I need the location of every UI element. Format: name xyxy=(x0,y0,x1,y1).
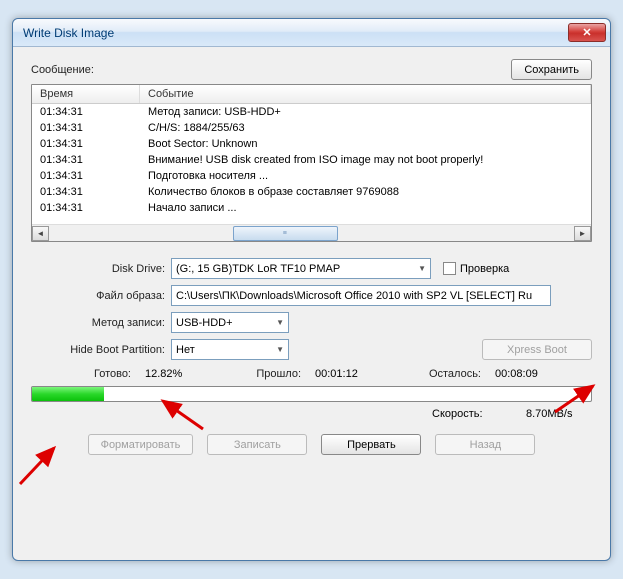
col-time-header[interactable]: Время xyxy=(32,85,140,103)
log-listview[interactable]: Время Событие 01:34:31Метод записи: USB-… xyxy=(31,84,592,242)
window-title: Write Disk Image xyxy=(23,26,568,40)
remaining-value: 00:08:09 xyxy=(481,368,551,380)
log-row[interactable]: 01:34:31C/H/S: 1884/255/63 xyxy=(32,120,591,136)
scroll-thumb[interactable]: ≡ xyxy=(233,226,338,241)
col-event-header[interactable]: Событие xyxy=(140,85,591,103)
progress-fill xyxy=(32,387,104,401)
chevron-down-icon: ▼ xyxy=(418,264,426,273)
log-row[interactable]: 01:34:31Внимание! USB disk created from … xyxy=(32,152,591,168)
scroll-track[interactable]: ≡ xyxy=(49,226,574,241)
chevron-down-icon: ▼ xyxy=(276,318,284,327)
close-icon: ✕ xyxy=(582,26,591,39)
elapsed-value: 00:01:12 xyxy=(301,368,381,380)
remaining-label: Осталось: xyxy=(381,368,481,380)
log-row[interactable]: 01:34:31Подготовка носителя ... xyxy=(32,168,591,184)
scroll-right-icon[interactable]: ► xyxy=(574,226,591,241)
back-button: Назад xyxy=(435,434,535,455)
chevron-down-icon: ▼ xyxy=(276,345,284,354)
format-button: Форматировать xyxy=(88,434,194,455)
write-method-label: Метод записи: xyxy=(31,317,171,329)
horizontal-scrollbar[interactable]: ◄ ≡ ► xyxy=(32,224,591,241)
verify-label: Проверка xyxy=(460,263,509,275)
speed-value: 8.70MB/s xyxy=(512,408,592,420)
hide-boot-combo[interactable]: Нет ▼ xyxy=(171,339,289,360)
verify-checkbox[interactable] xyxy=(443,262,456,275)
log-body: 01:34:31Метод записи: USB-HDD+ 01:34:31C… xyxy=(32,104,591,224)
hide-boot-label: Hide Boot Partition: xyxy=(31,344,171,356)
dialog-body: Сообщение: Сохранить Время Событие 01:34… xyxy=(13,47,610,560)
close-button[interactable]: ✕ xyxy=(568,23,606,42)
scroll-left-icon[interactable]: ◄ xyxy=(32,226,49,241)
image-file-input[interactable] xyxy=(171,285,551,306)
message-label: Сообщение: xyxy=(31,64,511,76)
log-row[interactable]: 01:34:31Метод записи: USB-HDD+ xyxy=(32,104,591,120)
progress-bar xyxy=(31,386,592,402)
titlebar[interactable]: Write Disk Image ✕ xyxy=(13,19,610,47)
ready-value: 12.82% xyxy=(131,368,201,380)
log-header: Время Событие xyxy=(32,85,591,104)
write-method-combo[interactable]: USB-HDD+ ▼ xyxy=(171,312,289,333)
ready-label: Готово: xyxy=(31,368,131,380)
elapsed-label: Прошло: xyxy=(201,368,301,380)
disk-drive-combo[interactable]: (G:, 15 GB)TDK LoR TF10 PMAP ▼ xyxy=(171,258,431,279)
image-file-label: Файл образа: xyxy=(31,290,171,302)
abort-button[interactable]: Прервать xyxy=(321,434,421,455)
log-row[interactable]: 01:34:31Количество блоков в образе соста… xyxy=(32,184,591,200)
write-button: Записать xyxy=(207,434,307,455)
xpress-boot-button: Xpress Boot xyxy=(482,339,592,360)
save-button[interactable]: Сохранить xyxy=(511,59,592,80)
log-row[interactable]: 01:34:31Boot Sector: Unknown xyxy=(32,136,591,152)
log-row[interactable]: 01:34:31Начало записи ... xyxy=(32,200,591,216)
disk-drive-label: Disk Drive: xyxy=(31,263,171,275)
dialog-window: Write Disk Image ✕ Сообщение: Сохранить … xyxy=(12,18,611,561)
speed-label: Скорость: xyxy=(432,408,512,420)
